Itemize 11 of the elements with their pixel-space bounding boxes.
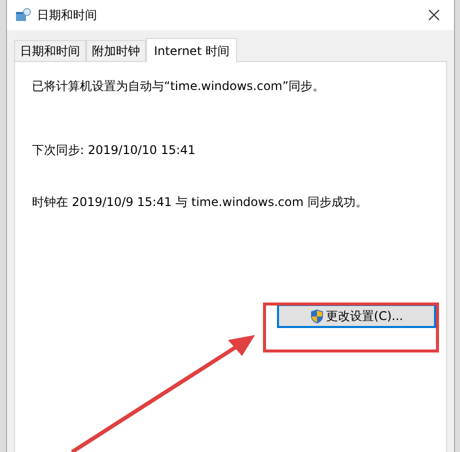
tab[interactable]: Internet 时间 [146,38,238,62]
change-settings-button[interactable]: 更改设置(C)... [277,304,436,328]
close-icon [428,9,440,21]
info-text: 已将计算机设置为自动与“time.windows.com”同步。 [32,78,326,95]
shield-icon [310,308,324,324]
info-text: 时钟在 2019/10/9 15:41 与 time.windows.com 同步成功。 [32,194,368,211]
tab[interactable]: 附加时钟 [86,40,146,61]
info-text: 下次同步: 2019/10/10 15:41 [32,142,196,159]
tab[interactable]: 日期和时间 [14,40,86,61]
calendar-clock-icon [15,8,31,22]
window-title: 日期和时间 [37,7,97,24]
